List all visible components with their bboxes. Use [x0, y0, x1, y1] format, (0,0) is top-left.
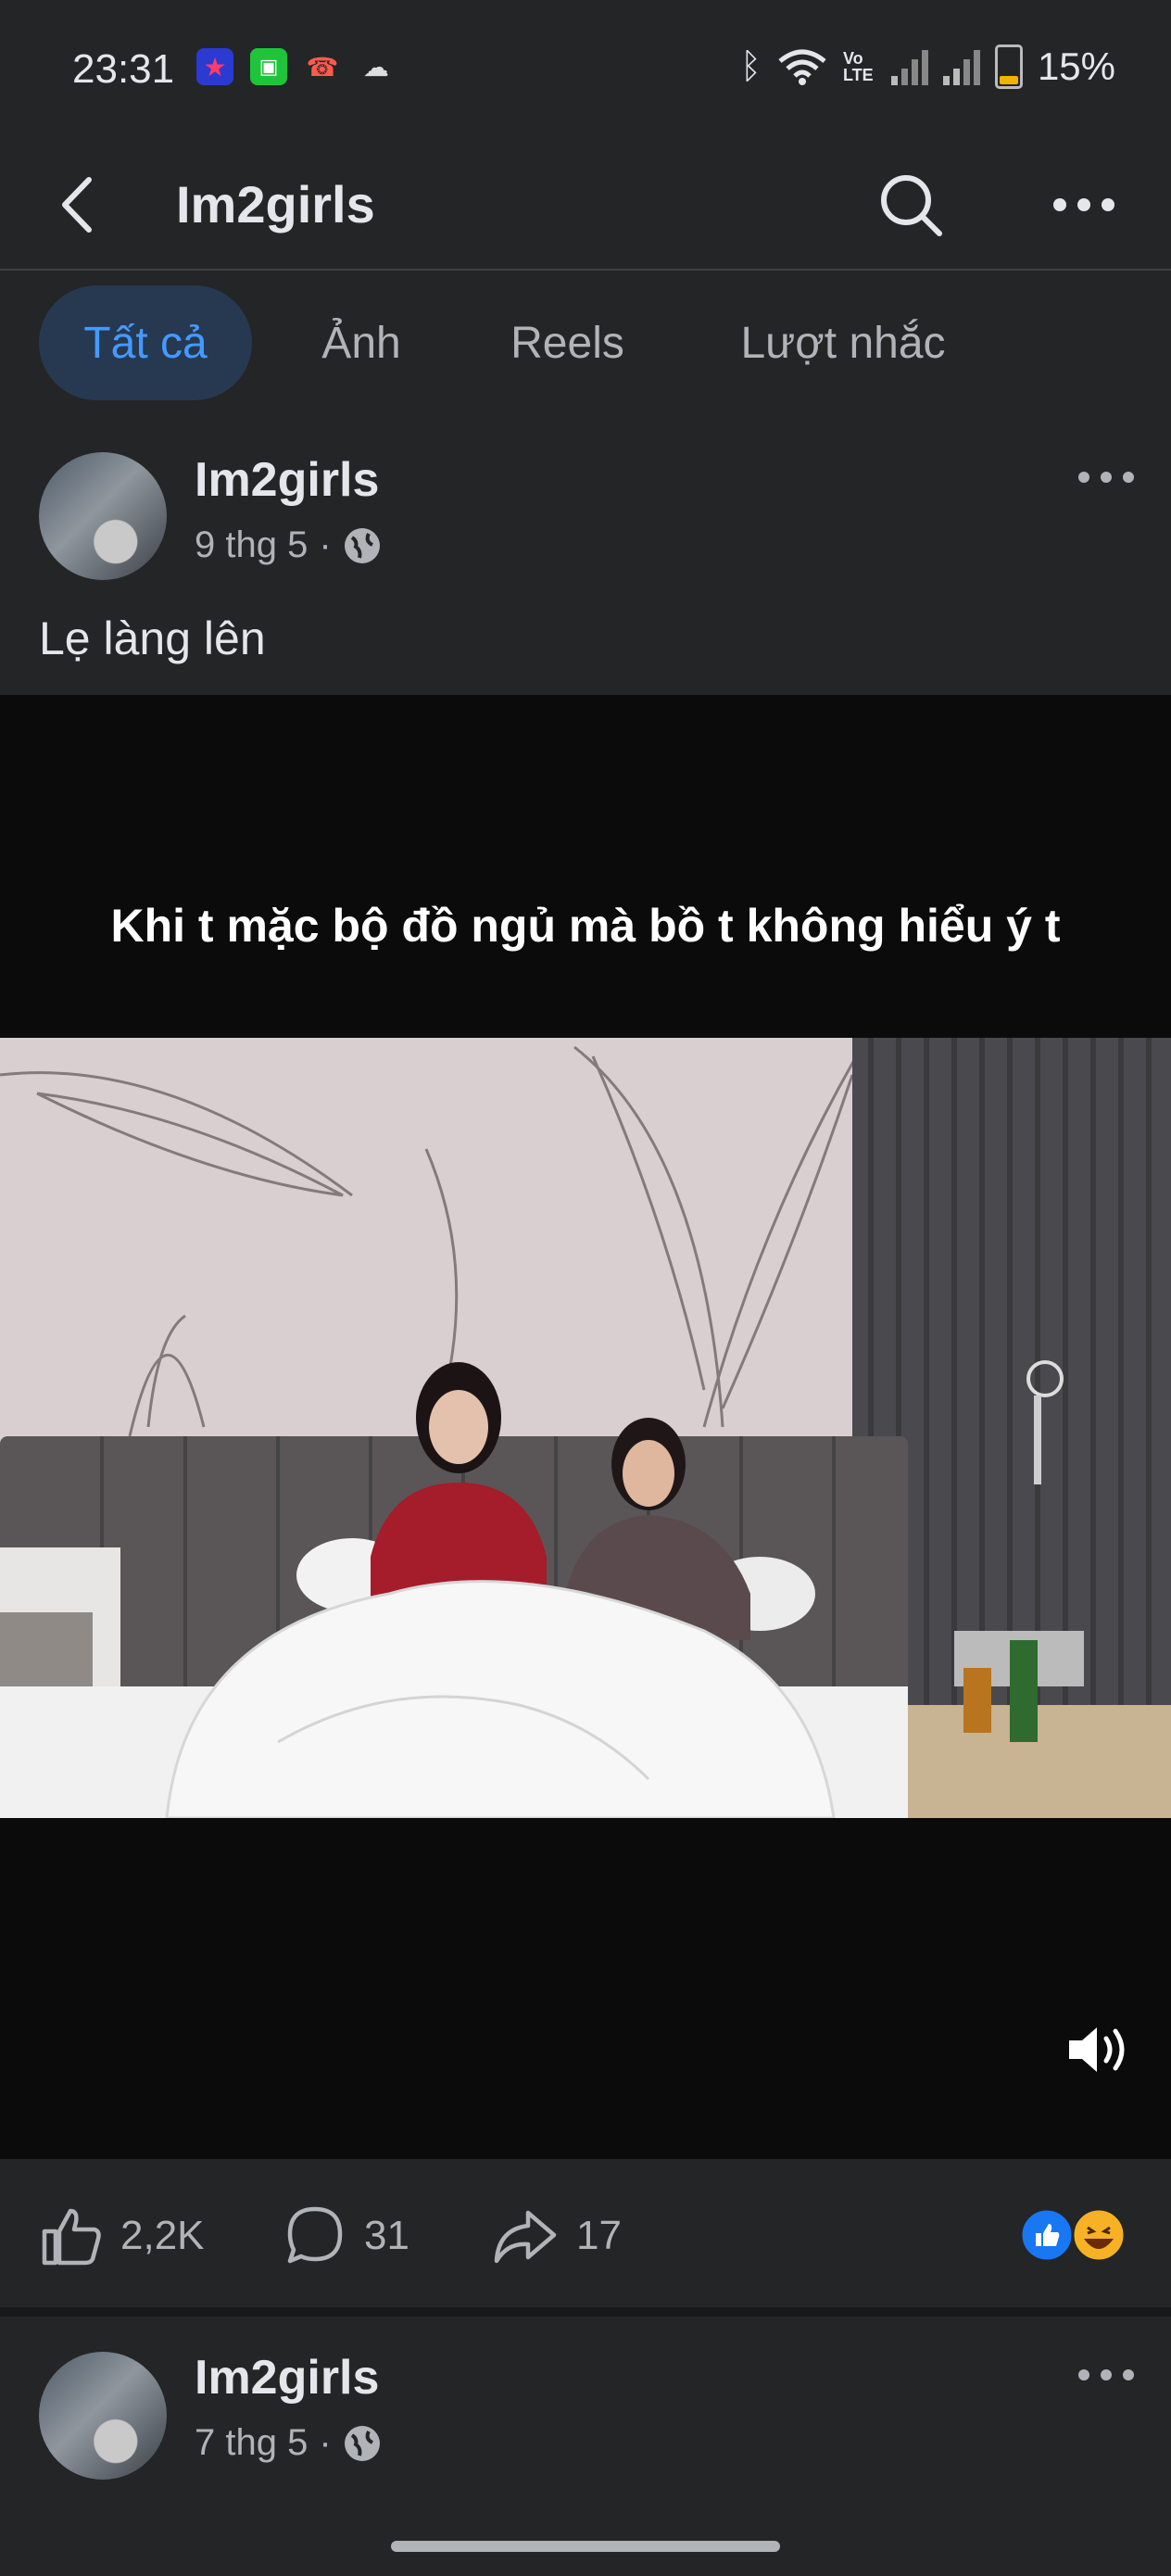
post-card-2: Im2girls 7 thg 5 · [0, 2317, 1171, 2576]
video-player[interactable]: Khi t mặc bộ đồ ngủ mà bồ t không hiểu ý… [0, 695, 1171, 2159]
video-frame [0, 1038, 1171, 1818]
reaction-summary[interactable] [1019, 2207, 1130, 2263]
video-caption: Khi t mặc bộ đồ ngủ mà bồ t không hiểu ý… [110, 900, 1061, 952]
post-author[interactable]: Im2girls [195, 452, 379, 508]
avatar[interactable] [39, 2352, 167, 2480]
share-count: 17 [576, 2213, 622, 2258]
globe-icon [344, 2425, 380, 2461]
share-button[interactable]: 17 [491, 2203, 622, 2268]
meta-separator: · [319, 2422, 332, 2463]
volume-icon[interactable] [1065, 2020, 1132, 2079]
video-scene-illustration [0, 1038, 1171, 1818]
post-caption: Lẹ làng lên [39, 612, 266, 664]
like-button[interactable]: 2,2K [39, 2203, 205, 2268]
like-count: 2,2K [120, 2213, 205, 2258]
post-divider [0, 2307, 1171, 2317]
post-actions: 2,2K 31 17 [0, 2159, 1171, 2307]
globe-icon [344, 527, 380, 563]
post-date[interactable]: 7 thg 5 [195, 2422, 308, 2464]
avatar[interactable] [39, 452, 167, 580]
meta-separator: · [319, 524, 332, 565]
home-indicator[interactable] [391, 2541, 780, 2552]
post-meta: 9 thg 5 · [195, 524, 382, 566]
post-meta: 7 thg 5 · [195, 2422, 382, 2464]
haha-reaction-icon [1071, 2207, 1127, 2263]
post-more-icon[interactable] [1075, 2361, 1138, 2389]
comment-icon [287, 2206, 343, 2264]
comment-count: 31 [364, 2213, 409, 2258]
post-date[interactable]: 9 thg 5 [195, 524, 308, 566]
post-author[interactable]: Im2girls [195, 2350, 379, 2406]
share-icon [494, 2210, 557, 2264]
post-card: Im2girls 9 thg 5 · Lẹ làng lên Khi t mặc… [0, 0, 1171, 2307]
comment-button[interactable]: 31 [283, 2203, 409, 2268]
post-more-icon[interactable] [1075, 463, 1138, 491]
like-icon [42, 2208, 101, 2266]
